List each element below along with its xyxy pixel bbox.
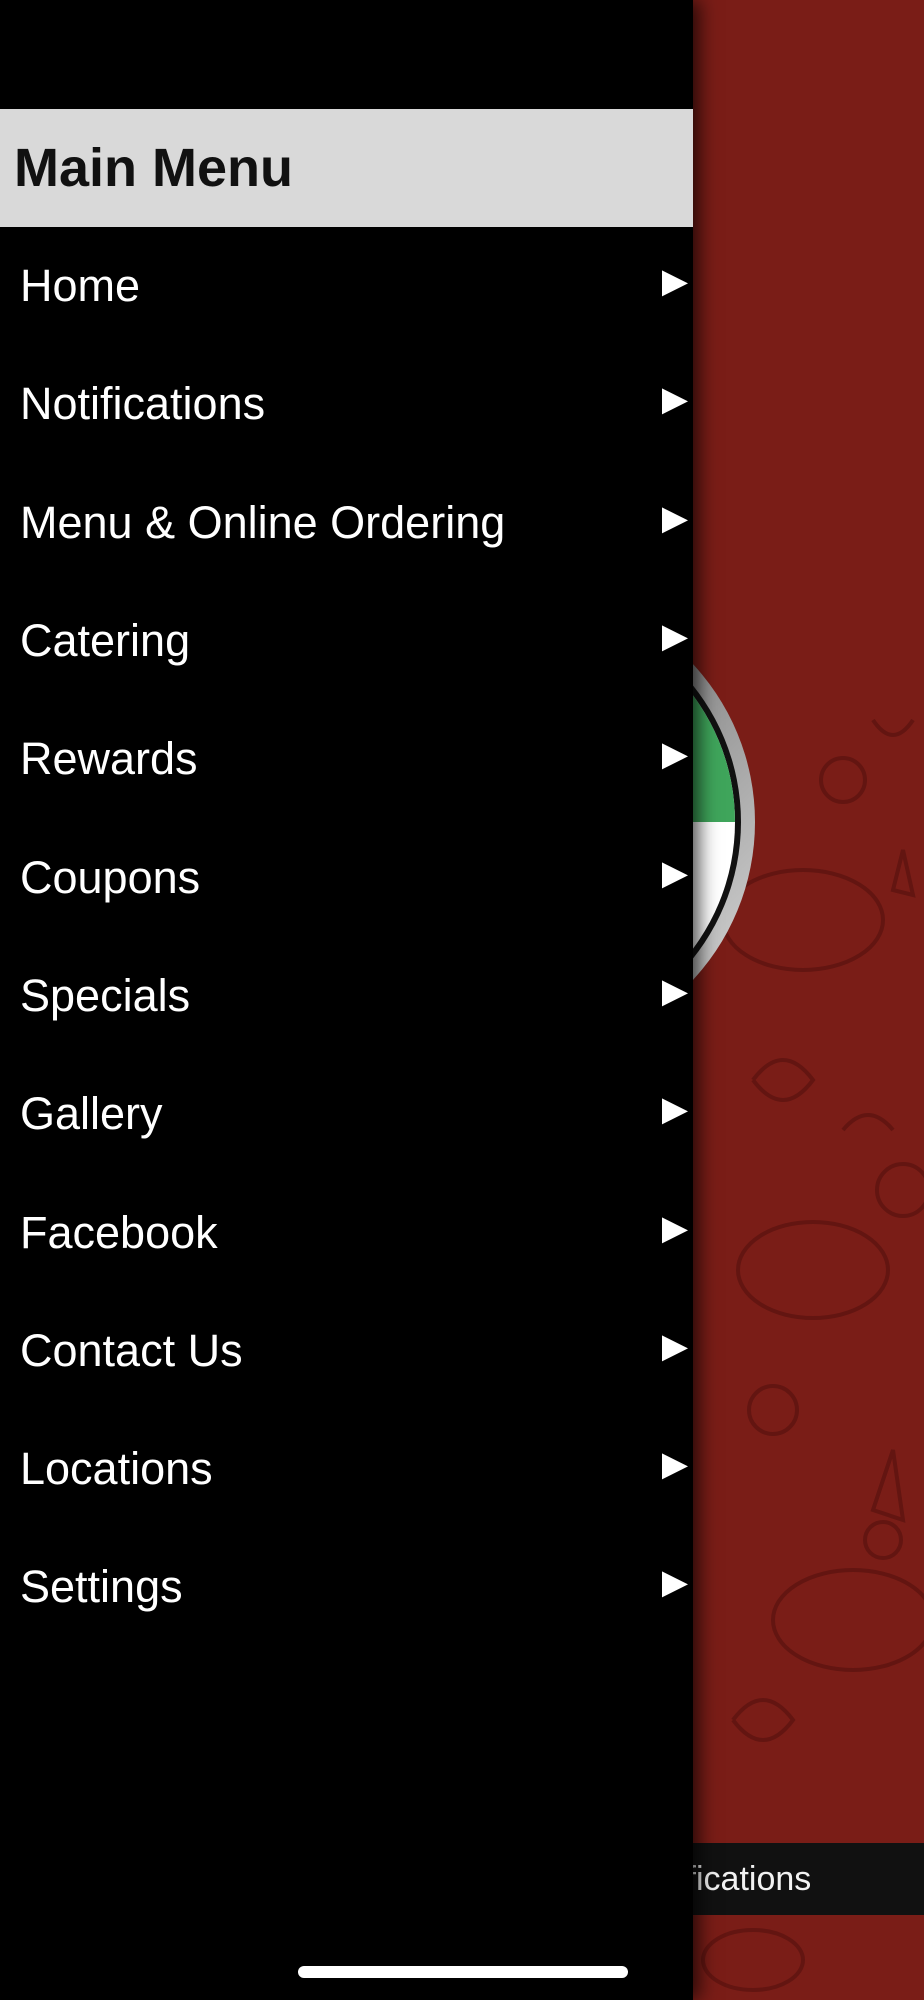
chevron-right-icon [662, 507, 688, 534]
menu-item-label: Catering [20, 615, 191, 667]
menu-item-label: Locations [20, 1443, 213, 1495]
chevron-right-icon [662, 1216, 688, 1243]
menu-item-specials[interactable]: Specials [0, 937, 693, 1055]
menu-item-rewards[interactable]: Rewards [0, 700, 693, 818]
menu-item-online-ordering[interactable]: Menu & Online Ordering [0, 464, 693, 582]
chevron-right-icon [662, 625, 688, 652]
menu-item-label: Facebook [20, 1206, 218, 1258]
menu-item-label: Menu & Online Ordering [20, 496, 506, 548]
menu-item-label: Settings [20, 1561, 183, 1613]
background-app[interactable]: ifications [693, 0, 924, 2000]
menu-item-locations[interactable]: Locations [0, 1410, 693, 1528]
menu-item-settings[interactable]: Settings [0, 1528, 693, 1646]
menu-item-gallery[interactable]: Gallery [0, 1055, 693, 1173]
chevron-right-icon [662, 1098, 688, 1125]
bottom-bar-label[interactable]: ifications [693, 1860, 811, 1899]
menu-item-contact-us[interactable]: Contact Us [0, 1292, 693, 1410]
chevron-right-icon [662, 980, 688, 1007]
chevron-right-icon [662, 862, 688, 889]
menu-item-notifications[interactable]: Notifications [0, 345, 693, 463]
menu-item-label: Coupons [20, 851, 201, 903]
menu-item-label: Notifications [20, 378, 266, 430]
menu-item-label: Home [20, 260, 141, 312]
home-indicator[interactable] [298, 1966, 628, 1978]
chevron-right-icon [662, 1335, 688, 1362]
menu-item-label: Rewards [20, 733, 198, 785]
menu-list: Home Notifications Menu & Online Orderin… [0, 227, 693, 1647]
drawer-title: Main Menu [14, 138, 293, 198]
menu-item-label: Contact Us [20, 1324, 243, 1376]
chevron-right-icon [662, 388, 688, 415]
menu-item-label: Specials [20, 969, 191, 1021]
chevron-right-icon [662, 270, 688, 297]
menu-item-label: Gallery [20, 1088, 163, 1140]
screen: ifications Main Menu Home Notifications … [0, 0, 924, 2000]
chevron-right-icon [662, 1571, 688, 1598]
drawer-header: Main Menu [0, 109, 693, 227]
menu-item-facebook[interactable]: Facebook [0, 1173, 693, 1291]
restaurant-logo-icon [693, 664, 755, 980]
chevron-right-icon [662, 743, 688, 770]
menu-item-home[interactable]: Home [0, 227, 693, 345]
bottom-tab-bar[interactable]: ifications [693, 1843, 924, 1915]
menu-item-coupons[interactable]: Coupons [0, 818, 693, 936]
menu-item-catering[interactable]: Catering [0, 582, 693, 700]
chevron-right-icon [662, 1453, 688, 1480]
side-drawer: Main Menu Home Notifications Menu & Onli… [0, 0, 693, 2000]
